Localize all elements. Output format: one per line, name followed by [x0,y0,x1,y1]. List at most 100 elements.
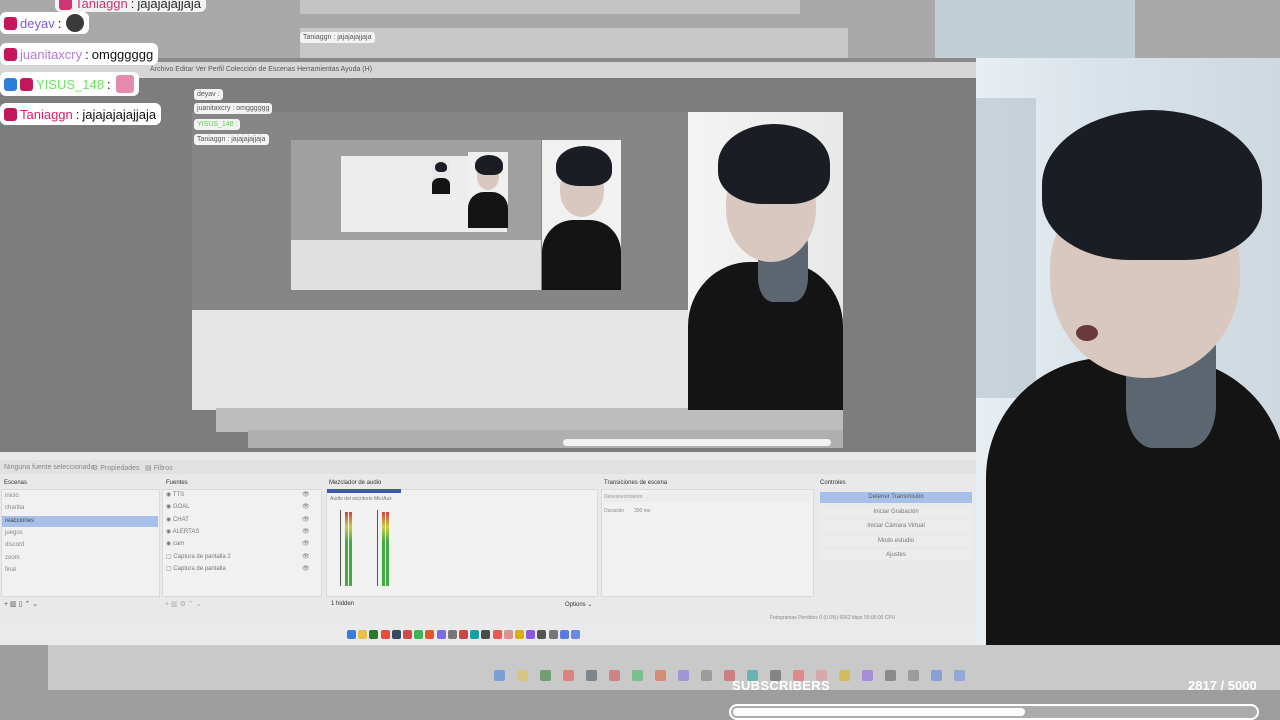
taskbar-app-icon [862,670,873,681]
taskbar-app-icon[interactable] [414,630,424,639]
audio-channel-mic: Mic/Aux [374,496,392,502]
scene-item[interactable]: discord [2,540,158,551]
transitions-panel [601,489,814,597]
taskbar-app-icon[interactable] [358,630,368,639]
chat-message: juanitaxcry : omgggggg [0,43,159,65]
taskbar-app-icon [885,670,896,681]
scenes-toolbar[interactable]: + ▥ ▯ ⌃ ⌄ [4,600,38,608]
taskbar-app-icon[interactable] [559,630,569,639]
scene-item[interactable]: juegos [2,528,158,539]
source-item[interactable]: ◉ CHAT 👁 [166,515,316,526]
taskbar-app-icon[interactable] [526,630,536,639]
chat-message: YISUS_148 : [0,72,139,96]
controls-dock-title: Controles [820,480,846,486]
taskbar-app-icon[interactable] [492,630,502,639]
source-item[interactable]: ◉ ALERTAS 👁 [166,527,316,538]
chat-message: deyav : [0,12,90,34]
chat-message-text: omgggggg [91,46,154,62]
audio-channel-desktop: Audio del escritorio [330,496,373,502]
nested-chat-line: Taniaggn : jajajajajjaja [194,134,269,145]
chat-message-text: jajajajajajjaja [82,106,157,122]
control-button[interactable]: Ajustes [820,550,972,562]
taskbar-app-icon[interactable] [459,630,468,639]
nested-chat-line: juanitaxcry : omgggggg [194,103,273,114]
source-item[interactable]: ◉ TTS 👁 [166,490,316,501]
source-type-icon: ◉ [166,541,173,548]
source-item[interactable]: ▢ Captura de pantalla 2 👁 [166,552,316,563]
webcam-nested-3 [468,152,508,228]
sources-toolbar[interactable]: + ▥ ⚙ ⌃ ⌄ [165,600,202,608]
chat-message-cut: Taniaggn : jajajajajjaja [55,0,207,12]
visibility-eye-icon[interactable]: 👁 [302,502,310,513]
taskbar-app-icon[interactable] [515,630,524,639]
taskbar-app-icon[interactable] [481,630,491,639]
webcam-nested-1 [688,112,843,410]
control-button[interactable]: Detener Transmisión [820,492,972,503]
scene-item[interactable]: charlita [2,503,158,514]
scene-item[interactable]: final [2,565,158,576]
source-label: GOAL [172,504,190,511]
duration-input[interactable]: 300 ms [634,508,650,514]
volume-slider[interactable] [340,510,341,586]
control-button[interactable]: Iniciar Cámara Virtual [820,521,972,533]
subscriber-goal-count: 2817 / 5000 [1188,678,1257,693]
transition-select[interactable]: Desvanecimiento [604,493,811,502]
scene-item[interactable]: reacciones [2,515,158,527]
volume-slider[interactable] [377,510,378,586]
audio-options-button[interactable]: Options ⌄ [565,601,592,608]
taskbar-app-icon[interactable] [391,630,401,639]
source-item[interactable]: ◉ cam 👁 [166,539,316,550]
taskbar-app-icon[interactable] [537,630,547,639]
person-hair [435,162,447,172]
taskbar-app-icon[interactable] [548,630,558,639]
no-source-label: Ninguna fuente seleccionada [4,464,95,471]
source-item[interactable]: ▢ Captura de pantalla 👁 [166,564,316,575]
source-label: TTS [172,492,185,498]
source-label: CHAT [172,516,189,523]
obs-status-bar: Fotogramas Perdidos 0 (0.0%) 6062 kbps 0… [770,615,896,621]
filters-button[interactable]: ▤ Filtros [145,464,173,472]
properties-button[interactable]: ⚙ Propiedades [92,464,140,472]
chat-message-text: jajajajajjaja [137,0,202,11]
visibility-eye-icon[interactable]: 👁 [302,527,310,538]
person-hair [718,124,830,204]
taskbar-app-icon[interactable] [369,630,379,639]
visibility-eye-icon[interactable]: 👁 [302,539,310,550]
source-item[interactable]: ◉ GOAL 👁 [166,502,316,513]
person-hair [556,146,612,186]
control-button[interactable]: Iniciar Grabación [820,506,972,518]
webcam-nested-4 [432,160,450,194]
visibility-eye-icon[interactable]: 👁 [302,564,310,575]
nested-obs-panel [192,310,688,410]
emote-icon [115,75,134,93]
chat-username: YISUS_148 [36,76,104,92]
taskbar-app-icon [655,670,666,681]
webcam-main [976,58,1280,645]
obs-menu-text: Archivo Editar Ver Perfil Colección de E… [150,66,373,73]
chat-username: Taniaggn [75,0,128,11]
taskbar-app-icon [908,670,919,681]
taskbar-app-icon[interactable] [503,630,513,639]
source-type-icon: ◉ [166,516,173,523]
taskbar-app-icon[interactable] [403,630,412,639]
nested-shadow [216,408,843,432]
control-button[interactable]: Modo estudio [820,535,972,547]
person-hair [475,155,503,175]
audio-dock-title: Mezclador de audio [329,480,382,486]
scene-item[interactable]: inicio [2,491,158,502]
taskbar-app-icon[interactable] [470,630,480,639]
visibility-eye-icon[interactable]: 👁 [302,490,310,501]
taskbar-app-icon[interactable] [447,630,457,639]
taskbar-app-icon[interactable] [425,630,435,639]
visibility-eye-icon[interactable]: 👁 [302,515,310,526]
person-hair [1042,110,1262,260]
taskbar-app-icon[interactable] [571,630,580,639]
taskbar-app-icon[interactable] [347,630,356,639]
chat-message: Taniaggn : jajajajajajjaja [0,103,162,125]
taskbar-app-icon [494,670,505,681]
scene-item[interactable]: zoom [2,553,158,564]
visibility-eye-icon[interactable]: 👁 [302,552,310,563]
taskbar-app-icon[interactable] [436,630,446,639]
taskbar-app-icon[interactable] [380,630,390,639]
chat-username: deyav [20,15,55,31]
